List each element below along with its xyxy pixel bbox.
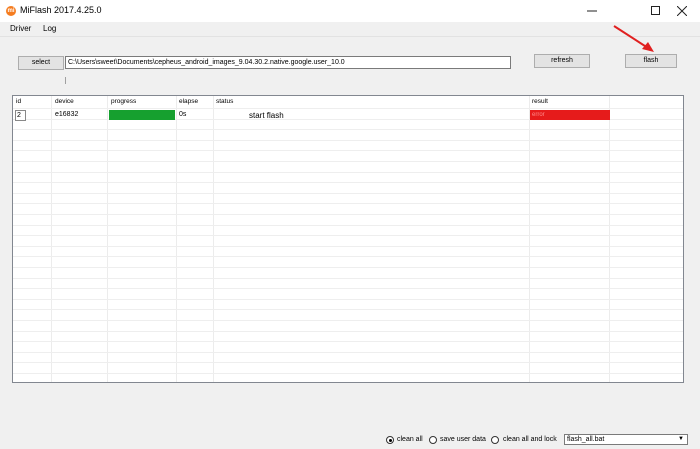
row-divider [13, 182, 683, 183]
row-divider [13, 193, 683, 194]
miflash-app-icon: mi [6, 6, 16, 16]
column-header-result[interactable]: result [532, 98, 548, 105]
close-icon [676, 5, 688, 17]
row-divider [13, 150, 683, 151]
row-divider [13, 341, 683, 342]
row-divider [13, 214, 683, 215]
flash-button[interactable]: flash [625, 54, 677, 68]
red-arrow-icon [613, 25, 654, 52]
row-divider [13, 362, 683, 363]
select-button[interactable]: select [18, 56, 64, 70]
clean-all-label[interactable]: clean all [397, 436, 423, 443]
row-divider [13, 331, 683, 332]
row-divider [13, 108, 683, 109]
clean-all-and-lock-label[interactable]: clean all and lock [503, 436, 557, 443]
row-divider [13, 320, 683, 321]
menu-driver[interactable]: Driver [10, 24, 31, 33]
column-header-elapse[interactable]: elapse [179, 98, 198, 105]
column-header-progress[interactable]: progress [111, 98, 136, 105]
progress-fill [109, 110, 175, 120]
menu-log[interactable]: Log [43, 24, 56, 33]
row-status: start flash [249, 111, 284, 120]
window-title: MiFlash 2017.4.25.0 [20, 5, 102, 15]
close-button[interactable] [660, 0, 700, 22]
menu-bar: Driver Log [0, 22, 700, 37]
row-divider [13, 278, 683, 279]
column-header-status[interactable]: status [216, 98, 233, 105]
row-divider [13, 288, 683, 289]
row-divider [13, 161, 683, 162]
row-divider [13, 235, 683, 236]
row-divider [13, 352, 683, 353]
row-divider [13, 140, 683, 141]
row-divider [13, 172, 683, 173]
save-user-data-radio[interactable] [429, 436, 437, 444]
save-user-data-label[interactable]: save user data [440, 436, 486, 443]
row-progress-bar [109, 110, 175, 120]
row-divider [13, 267, 683, 268]
row-divider [13, 129, 683, 130]
flash-script-select[interactable]: flash_all.bat ▼ [564, 434, 688, 445]
device-list-grid[interactable]: id device progress elapse status result … [12, 95, 684, 383]
column-header-device[interactable]: device [55, 98, 74, 105]
minimize-icon [587, 10, 597, 12]
title-bar: mi MiFlash 2017.4.25.0 [0, 0, 700, 22]
row-id: 2 [15, 110, 26, 121]
row-divider [13, 225, 683, 226]
row-divider [13, 256, 683, 257]
row-divider [13, 203, 683, 204]
column-header-id[interactable]: id [16, 98, 21, 105]
row-divider [13, 373, 683, 374]
clean-all-radio[interactable] [386, 436, 394, 444]
row-result-badge: error [530, 110, 610, 120]
row-divider [13, 299, 683, 300]
clean-all-and-lock-radio[interactable] [491, 436, 499, 444]
refresh-button[interactable]: refresh [534, 54, 590, 68]
row-divider [13, 246, 683, 247]
row-divider [13, 309, 683, 310]
row-device: e16832 [55, 111, 79, 118]
chevron-down-icon: ▼ [678, 436, 684, 442]
grid-header: id device progress elapse status result [13, 96, 683, 108]
divider [65, 77, 66, 84]
rom-path-input[interactable]: C:\Users\sweet\Documents\cepheus_android… [65, 56, 511, 69]
minimize-button[interactable] [570, 0, 614, 22]
row-elapse: 0s [179, 111, 187, 118]
flash-script-value: flash_all.bat [567, 436, 605, 443]
